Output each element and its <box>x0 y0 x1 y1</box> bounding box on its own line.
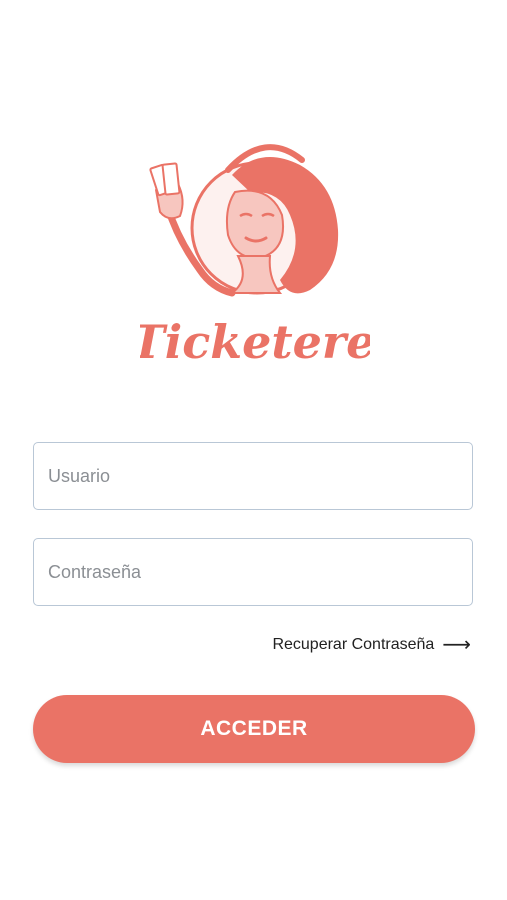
brand-logo: Ticketere <box>140 130 370 375</box>
username-input[interactable] <box>34 443 472 509</box>
password-input[interactable] <box>34 539 472 605</box>
brand-name: Ticketere <box>140 315 370 369</box>
arrow-right-icon: ⟶ <box>442 634 471 656</box>
recover-password-label: Recuperar Contraseña <box>272 636 435 653</box>
recover-password-link[interactable]: Recuperar Contraseña ⟶ <box>272 634 471 656</box>
woman-holding-tickets-icon: Ticketere <box>140 144 370 369</box>
username-field[interactable] <box>33 442 473 510</box>
login-button[interactable]: ACCEDER <box>33 695 475 763</box>
password-field[interactable] <box>33 538 473 606</box>
